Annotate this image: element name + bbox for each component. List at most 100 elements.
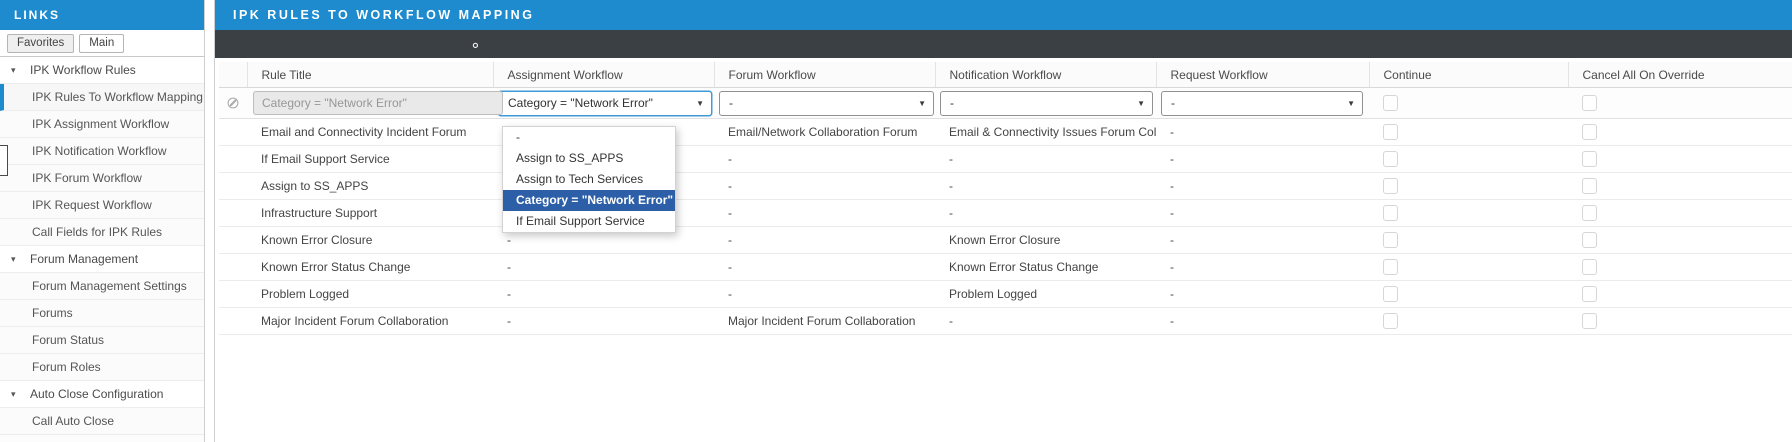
- collapse-button[interactable]: M4 12 L12 4 M4 12 h3 M4 12 v-3 M12 4 h-3…: [224, 36, 240, 52]
- request-workflow-cell[interactable]: -: [1156, 173, 1369, 200]
- sidebar-item-ipk-rules-to-workflow-mapping[interactable]: IPK Rules To Workflow Mapping: [0, 84, 204, 111]
- continue-checkbox[interactable]: [1383, 95, 1398, 111]
- rule-title-cell[interactable]: Known Error Closure: [247, 227, 493, 254]
- dropdown-option-assign-to-tech-services[interactable]: Assign to Tech Services: [503, 169, 675, 190]
- forum-workflow-select[interactable]: -▼: [719, 91, 934, 116]
- continue-checkbox[interactable]: [1383, 313, 1398, 329]
- continue-checkbox[interactable]: [1383, 259, 1398, 275]
- insert-row-below-button[interactable]: M3 4.5 H13 M3 7.5 H13 M3 10.5 H8.5 M11.5…: [392, 36, 408, 52]
- dropdown-option-if-email-support-service[interactable]: If Email Support Service: [503, 211, 675, 232]
- forum-workflow-cell[interactable]: -: [714, 227, 935, 254]
- continue-checkbox[interactable]: [1383, 151, 1398, 167]
- sidebar-item-call-auto-close[interactable]: Call Auto Close: [0, 408, 204, 435]
- column-header-assignment-workflow[interactable]: Assignment Workflow: [493, 62, 714, 88]
- sidebar-group-auto-close-configuration[interactable]: ▾Auto Close Configuration: [0, 381, 204, 408]
- sidebar-item-forums[interactable]: Forums: [0, 300, 204, 327]
- forum-workflow-cell[interactable]: -: [714, 254, 935, 281]
- grid-settings-button[interactable]: M3 3 H6.8 V6.8 H3 Z M9.2 3 H13 V6.8 H9.2…: [464, 36, 480, 52]
- notification-workflow-cell[interactable]: -: [935, 146, 1156, 173]
- rule-title-cell[interactable]: Major Incident Forum Collaboration: [247, 308, 493, 335]
- request-workflow-cell[interactable]: -: [1156, 146, 1369, 173]
- delete-button[interactable]: M3.5 4.8 H12.5 M6 4.8 V3.2 H10 V4.8 M4.8…: [344, 36, 360, 52]
- notification-workflow-select[interactable]: -▼: [940, 91, 1153, 116]
- rule-title-cell[interactable]: Infrastructure Support: [247, 200, 493, 227]
- sidebar-item-ipk-request-workflow[interactable]: IPK Request Workflow: [0, 192, 204, 219]
- cancel-all-on-override-checkbox[interactable]: [1582, 95, 1597, 111]
- forum-workflow-cell[interactable]: -: [714, 281, 935, 308]
- request-workflow-cell[interactable]: -: [1156, 227, 1369, 254]
- continue-checkbox[interactable]: [1383, 232, 1398, 248]
- notification-workflow-cell[interactable]: Known Error Status Change: [935, 254, 1156, 281]
- edit-row-icon[interactable]: M10.2 2.8 L13.2 5.8 L6 13 L2.8 13.2 L3 1…: [219, 227, 247, 254]
- edit-row-icon[interactable]: M10.2 2.8 L13.2 5.8 L6 13 L2.8 13.2 L3 1…: [219, 308, 247, 335]
- dropdown-option-[interactable]: -: [503, 127, 675, 148]
- tab-favorites[interactable]: Favorites: [7, 34, 74, 53]
- sidebar-group-forum-management[interactable]: ▾Forum Management: [0, 246, 204, 273]
- request-workflow-cell[interactable]: -: [1156, 200, 1369, 227]
- column-header-notification-workflow[interactable]: Notification Workflow: [935, 62, 1156, 88]
- sidebar-item-forum-status[interactable]: Forum Status: [0, 327, 204, 354]
- insert-column-right-button[interactable]: M4.5 3 V13 M7.5 3 V13 M10.5 3 V8.5 M9 11…: [440, 36, 456, 52]
- notification-workflow-cell[interactable]: -: [935, 173, 1156, 200]
- rule-title-cell[interactable]: Known Error Status Change: [247, 254, 493, 281]
- column-header-rule-title[interactable]: Rule Title: [247, 62, 493, 88]
- rule-title-cell[interactable]: Assign to SS_APPS: [247, 173, 493, 200]
- column-header-continue[interactable]: Continue: [1369, 62, 1568, 88]
- notification-workflow-cell[interactable]: Problem Logged: [935, 281, 1156, 308]
- notification-workflow-cell[interactable]: Known Error Closure: [935, 227, 1156, 254]
- forum-workflow-cell[interactable]: Email/Network Collaboration Forum: [714, 119, 935, 146]
- edit-row-icon[interactable]: M10.2 2.8 L13.2 5.8 L6 13 L2.8 13.2 L3 1…: [219, 119, 247, 146]
- edit-row-icon[interactable]: M10.2 2.8 L13.2 5.8 L6 13 L2.8 13.2 L3 1…: [219, 281, 247, 308]
- edit-row-icon[interactable]: M10.2 2.8 L13.2 5.8 L6 13 L2.8 13.2 L3 1…: [219, 200, 247, 227]
- add-button[interactable]: M8 3 V13 M3 8 H13: [320, 36, 336, 52]
- continue-checkbox[interactable]: [1383, 205, 1398, 221]
- sidebar-item-ipk-notification-workflow[interactable]: IPK Notification Workflow: [0, 138, 204, 165]
- assignment-workflow-select[interactable]: Category = "Network Error"▼: [498, 91, 712, 116]
- forum-workflow-cell[interactable]: -: [714, 173, 935, 200]
- forum-workflow-cell[interactable]: Major Incident Forum Collaboration: [714, 308, 935, 335]
- column-header-request-workflow[interactable]: Request Workflow: [1156, 62, 1369, 88]
- notification-workflow-cell[interactable]: -: [935, 200, 1156, 227]
- collapse-panel-icon[interactable]: M3 3 L6.6 6.6 M6.6 6.6 V4.1 M6.6 6.6 H4.…: [136, 36, 151, 51]
- rule-title-cell[interactable]: Email and Connectivity Incident Forum: [247, 119, 493, 146]
- cancel-all-on-override-checkbox[interactable]: [1582, 205, 1597, 221]
- dropdown-option-category-network-error[interactable]: Category = "Network Error": [503, 190, 675, 211]
- cancel-all-on-override-checkbox[interactable]: [1582, 313, 1597, 329]
- forum-workflow-cell[interactable]: -: [714, 200, 935, 227]
- home-button[interactable]: M2.5 8.5 L8 3.5 L13.5 8.5 M4.5 7.2 V13 H…: [248, 36, 264, 52]
- assignment-workflow-cell[interactable]: -: [493, 281, 714, 308]
- sidebar-group-ipk-workflow-rules[interactable]: ▾IPK Workflow Rules: [0, 57, 204, 84]
- column-header-forum-workflow[interactable]: Forum Workflow: [714, 62, 935, 88]
- notification-workflow-cell[interactable]: -: [935, 308, 1156, 335]
- dropdown-option-assign-to-ss-apps[interactable]: Assign to SS_APPS: [503, 148, 675, 169]
- insert-column-left-button[interactable]: M4.5 3 V13 M7.5 3 V13 M10.5 3 V8.5 M13 1…: [416, 36, 432, 52]
- cancel-all-on-override-checkbox[interactable]: [1582, 178, 1597, 194]
- request-workflow-cell[interactable]: -: [1156, 254, 1369, 281]
- sidebar-item-ipk-assignment-workflow[interactable]: IPK Assignment Workflow: [0, 111, 204, 138]
- request-workflow-cell[interactable]: -: [1156, 119, 1369, 146]
- request-workflow-cell[interactable]: -: [1156, 281, 1369, 308]
- edit-row-icon[interactable]: M10.2 2.8 L13.2 5.8 L6 13 L2.8 13.2 L3 1…: [219, 254, 247, 281]
- continue-checkbox[interactable]: [1383, 286, 1398, 302]
- notification-workflow-cell[interactable]: Email & Connectivity Issues Forum Collab…: [935, 119, 1156, 146]
- insert-row-above-button[interactable]: M3 4.5 H13 M3 7.5 H13 M3 10.5 H8.5 M11.5…: [368, 36, 384, 52]
- cancel-all-on-override-checkbox[interactable]: [1582, 151, 1597, 167]
- assignment-workflow-cell[interactable]: -: [493, 308, 714, 335]
- sidebar-item-forum-management-settings[interactable]: Forum Management Settings: [0, 273, 204, 300]
- column-header-cancel-all-on-override[interactable]: Cancel All On Override: [1568, 62, 1792, 88]
- request-workflow-select[interactable]: -▼: [1161, 91, 1363, 116]
- rule-title-filter-input[interactable]: [253, 91, 503, 115]
- rule-title-cell[interactable]: If Email Support Service: [247, 146, 493, 173]
- edit-row-icon[interactable]: M10.2 2.8 L13.2 5.8 L6 13 L2.8 13.2 L3 1…: [219, 173, 247, 200]
- edit-row-icon[interactable]: M10.2 2.8 L13.2 5.8 L6 13 L2.8 13.2 L3 1…: [219, 146, 247, 173]
- request-workflow-cell[interactable]: -: [1156, 308, 1369, 335]
- save-button[interactable]: M3 3 H11.2 L13 4.8 V13 H3 Z M5.2 3 V6.2 …: [272, 36, 288, 52]
- cancel-all-on-override-checkbox[interactable]: [1582, 232, 1597, 248]
- tab-main[interactable]: Main: [79, 34, 124, 53]
- forum-workflow-cell[interactable]: -: [714, 146, 935, 173]
- cancel-all-on-override-checkbox[interactable]: [1582, 124, 1597, 140]
- continue-checkbox[interactable]: [1383, 178, 1398, 194]
- assignment-workflow-cell[interactable]: -: [493, 254, 714, 281]
- rule-title-cell[interactable]: Problem Logged: [247, 281, 493, 308]
- cancel-all-on-override-checkbox[interactable]: [1582, 259, 1597, 275]
